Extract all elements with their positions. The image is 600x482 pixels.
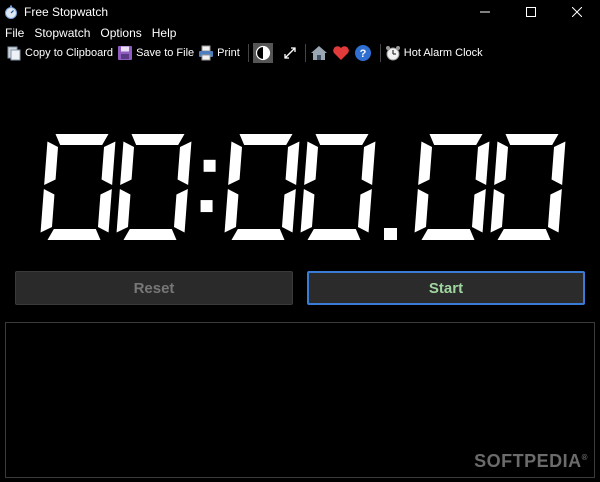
toolbar-separator [247,44,249,62]
copy-label: Copy to Clipboard [25,47,114,59]
digit-segment [421,229,475,240]
digit-segment [471,189,486,233]
menu-bar: File Stopwatch Options Help [0,24,181,42]
digit-segment [429,134,483,145]
clipboard-icon [7,46,21,61]
digit-segment [97,189,112,233]
help-icon: ? [354,45,371,61]
contrast-icon [255,45,270,61]
close-button[interactable] [554,0,600,23]
colon-dot [200,200,213,213]
save-icon [118,46,133,60]
digit-segment [40,189,55,233]
menu-help[interactable]: Help [147,24,182,42]
window-title: Free Stopwatch [24,4,109,19]
toolbar-separator [379,44,381,62]
print-button[interactable]: Print [198,43,240,63]
digit-segment [281,189,296,233]
digit-segment [224,189,239,233]
alarm-clock-icon [385,46,400,61]
digit-segment [361,141,376,185]
digit-segment [231,229,285,240]
colon-dot [203,159,216,172]
heart-icon [332,46,349,60]
digit-segment [173,189,188,233]
toolbar: Copy to Clipboard Save to File Print ? H… [0,42,600,64]
fullscreen-button[interactable] [283,43,297,63]
digit-segment [494,141,509,185]
maximize-icon [526,6,536,17]
menu-file[interactable]: File [0,24,29,42]
copy-to-clipboard-button[interactable]: Copy to Clipboard [6,43,113,63]
digit-segment [490,189,505,233]
digit-segment [497,229,551,240]
menu-options[interactable]: Options [95,24,146,42]
digit-segment [131,134,185,145]
digit-segment [304,141,319,185]
digit-segment [315,134,369,145]
digit-segment [120,141,135,185]
digit-segment [300,189,315,233]
save-label: Save to File [136,47,195,59]
digit-segment [505,134,559,145]
time-display [0,118,600,258]
decimal-point [384,228,397,240]
digit-segment [418,141,433,185]
digit-segment [547,189,562,233]
toolbar-separator [304,44,306,62]
help-button[interactable]: ? [354,43,372,63]
home-button[interactable] [310,43,328,63]
digit-segment [475,141,490,185]
digit-segment [228,141,243,185]
maximize-button[interactable] [508,0,554,23]
digit-segment [307,229,361,240]
watermark: SOFTPEDIA® [474,451,588,471]
favorite-button[interactable] [332,43,350,63]
digit-segment [414,189,429,233]
digit-segment [101,141,116,185]
title-bar: Free Stopwatch [0,0,600,23]
start-button[interactable]: Start [307,271,585,305]
alarm-label: Hot Alarm Clock [403,47,483,59]
minimize-button[interactable] [462,0,508,23]
digit-segment [44,141,59,185]
svg-text:?: ? [359,48,366,60]
digit-segment [357,189,372,233]
seven-segment-digits [40,134,566,240]
digit-segment [177,141,192,185]
reset-button[interactable]: Reset [15,271,293,305]
expand-icon [284,47,296,59]
digit-segment [47,229,101,240]
stopwatch-icon [5,5,17,19]
contrast-button[interactable] [252,43,273,63]
digit-segment [239,134,293,145]
digit-segment [55,134,109,145]
digit-segment [123,229,177,240]
save-to-file-button[interactable]: Save to File [117,43,194,63]
menu-stopwatch[interactable]: Stopwatch [29,24,95,42]
minimize-icon [480,11,490,12]
digit-segment [116,189,131,233]
print-icon [199,45,214,61]
digit-segment [285,141,300,185]
hot-alarm-clock-button[interactable]: Hot Alarm Clock [385,43,483,63]
digit-segment [551,141,566,185]
home-icon [310,46,327,60]
close-icon [572,6,582,17]
print-label: Print [217,47,240,59]
